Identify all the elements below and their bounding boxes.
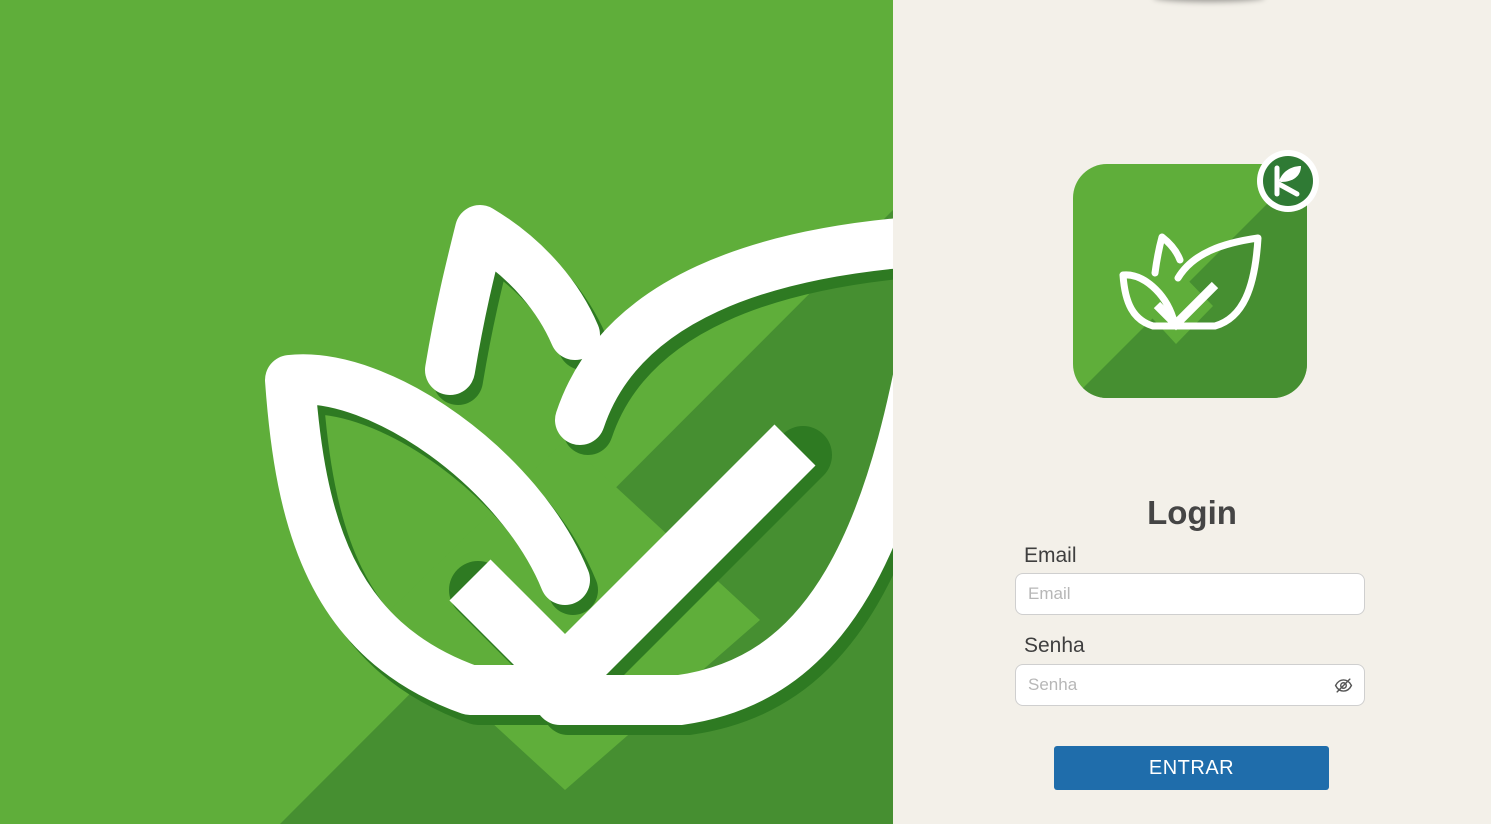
email-label: Email bbox=[1024, 544, 1077, 567]
password-field[interactable] bbox=[1016, 665, 1364, 705]
login-page: Login Email Senha ENTRAR bbox=[0, 0, 1491, 824]
app-logo bbox=[1073, 150, 1319, 398]
leaf-checkmark-icon bbox=[0, 0, 893, 824]
hero-image bbox=[0, 0, 893, 824]
page-title: Login bbox=[1147, 494, 1237, 531]
login-submit-button[interactable]: ENTRAR bbox=[1054, 746, 1329, 790]
k-leaf-badge-icon bbox=[1257, 150, 1319, 212]
password-field-wrapper bbox=[1015, 664, 1365, 706]
login-panel: Login Email Senha ENTRAR bbox=[893, 0, 1491, 824]
eye-slash-icon[interactable] bbox=[1334, 676, 1353, 695]
password-label: Senha bbox=[1024, 634, 1085, 657]
email-field-wrapper bbox=[1015, 573, 1365, 615]
email-field[interactable] bbox=[1016, 574, 1364, 614]
